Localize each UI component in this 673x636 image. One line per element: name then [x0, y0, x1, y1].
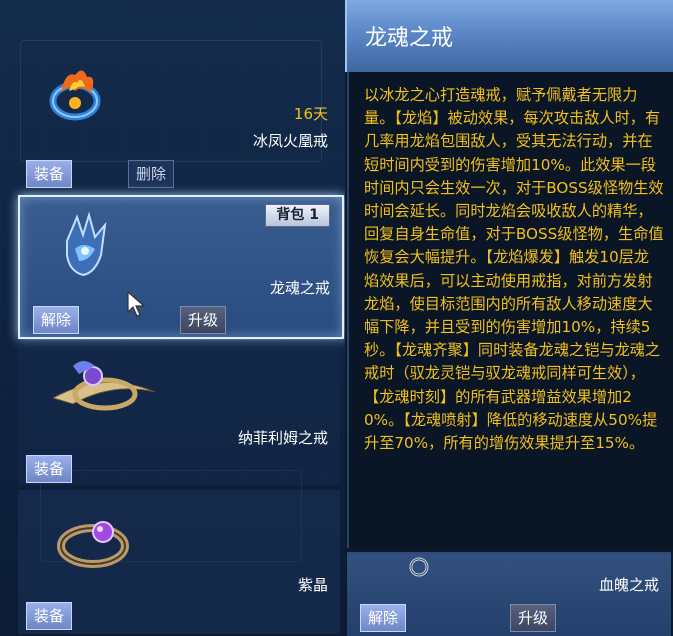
dragon-soul-ring-icon	[66, 211, 107, 277]
bag-number: 1	[309, 207, 319, 223]
nephilim-ring-icon	[51, 361, 156, 411]
mouse-cursor-icon	[127, 290, 146, 317]
item-name: 纳菲利姆之戒	[237, 429, 328, 447]
item-duration: 16天	[293, 105, 328, 123]
equip-button[interactable]: 装备	[26, 160, 73, 188]
unequip-button[interactable]: 解除	[360, 604, 407, 632]
blood-ring-icon	[409, 557, 429, 577]
list-item[interactable]: 16天 冰凤火凰戒 装备 删除	[18, 45, 340, 190]
item-detail-panel: 龙魂之戒 以冰龙之心打造魂戒，赋予佩戴者无限力量。【龙焰】被动效果，每次攻击敌人…	[345, 0, 673, 636]
list-item[interactable]: 血魄之戒 解除 升级	[347, 552, 671, 636]
item-name: 龙魂之戒	[269, 279, 330, 297]
bag-label: 背包	[276, 207, 305, 223]
list-item[interactable]: 紫晶 装备	[18, 490, 340, 634]
bag-badge: 背包 1	[265, 204, 330, 227]
fire-phoenix-ring-icon	[49, 70, 101, 121]
amethyst-ring-icon	[57, 521, 129, 568]
item-title: 龙魂之戒	[365, 26, 454, 51]
upgrade-button[interactable]: 升级	[510, 604, 557, 632]
item-name: 冰凤火凰戒	[252, 132, 328, 150]
item-name: 血魄之戒	[598, 576, 659, 594]
delete-button[interactable]: 删除	[128, 160, 175, 188]
upgrade-button[interactable]: 升级	[180, 306, 227, 334]
item-name: 紫晶	[297, 576, 328, 594]
description-box[interactable]: 以冰龙之心打造魂戒，赋予佩戴者无限力量。【龙焰】被动效果，每次攻击敌人时，有几率…	[347, 72, 673, 548]
item-description: 以冰龙之心打造魂戒，赋予佩戴者无限力量。【龙焰】被动效果，每次攻击敌人时，有几率…	[364, 86, 664, 453]
list-item[interactable]: 纳菲利姆之戒 装备	[18, 340, 340, 485]
unequip-button[interactable]: 解除	[33, 306, 80, 334]
equip-button[interactable]: 装备	[26, 602, 73, 630]
list-item-selected[interactable]: 背包 1 龙魂之戒 解除 升级	[18, 195, 344, 339]
panel-header: 龙魂之戒	[345, 0, 673, 72]
equip-button[interactable]: 装备	[26, 455, 73, 483]
